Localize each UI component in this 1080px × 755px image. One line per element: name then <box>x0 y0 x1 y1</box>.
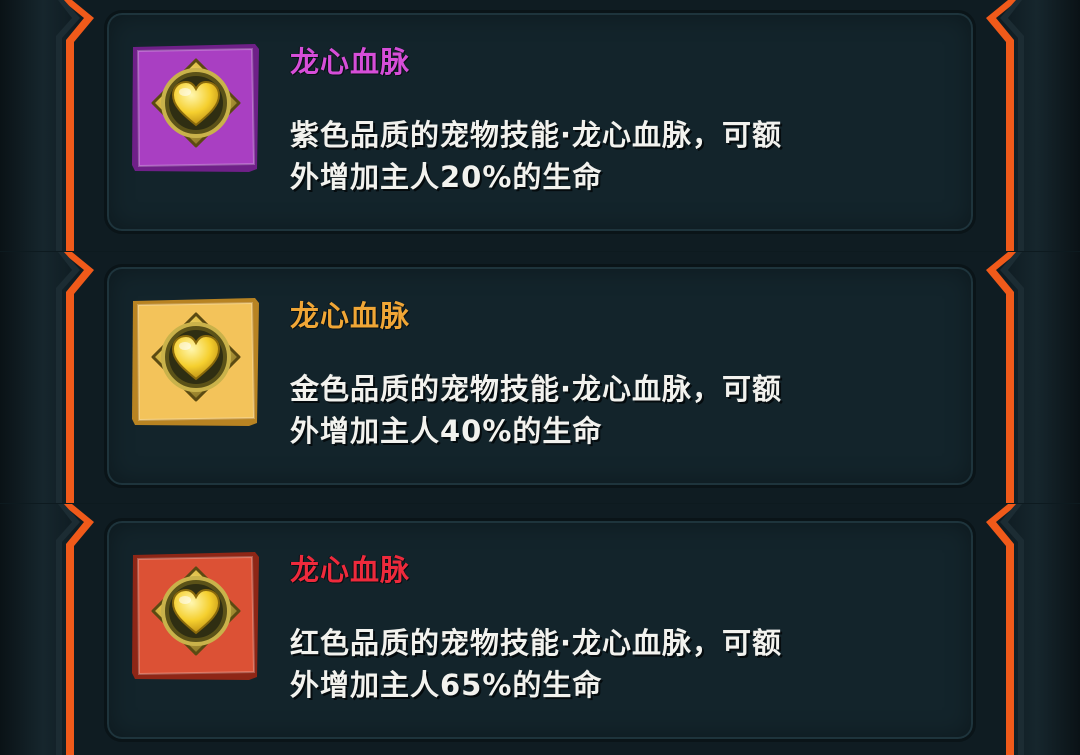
golden-heart-emblem-icon <box>132 552 259 680</box>
right-ornament-border <box>986 504 1024 755</box>
golden-heart-emblem-icon <box>132 298 259 426</box>
skill-card[interactable]: 龙心血脉 紫色品质的宠物技能·龙心血脉，可额 外增加主人20%的生命 <box>104 10 976 234</box>
skill-description: 紫色品质的宠物技能·龙心血脉，可额 外增加主人20%的生命 <box>290 114 910 198</box>
skill-name: 龙心血脉 <box>290 553 411 587</box>
skill-description-line: 红色品质的宠物技能·龙心血脉，可额 <box>290 626 783 660</box>
skill-description-line: 外增加主人20%的生命 <box>290 160 603 194</box>
skill-list-screen: 龙心血脉 紫色品质的宠物技能·龙心血脉，可额 外增加主人20%的生命 龙心血脉 … <box>0 0 1080 755</box>
skill-name: 龙心血脉 <box>290 45 411 79</box>
skill-description-line: 外增加主人65%的生命 <box>290 668 603 702</box>
skill-name: 龙心血脉 <box>290 299 411 333</box>
left-ornament-border <box>56 0 94 251</box>
right-ornament-border <box>986 0 1024 251</box>
skill-description: 金色品质的宠物技能·龙心血脉，可额 外增加主人40%的生命 <box>290 368 910 452</box>
skill-icon-frame <box>129 295 263 429</box>
left-ornament-border <box>56 504 94 755</box>
skill-strip: 龙心血脉 紫色品质的宠物技能·龙心血脉，可额 外增加主人20%的生命 <box>0 0 1080 251</box>
skill-strip: 龙心血脉 红色品质的宠物技能·龙心血脉，可额 外增加主人65%的生命 <box>0 504 1080 755</box>
skill-card[interactable]: 龙心血脉 金色品质的宠物技能·龙心血脉，可额 外增加主人40%的生命 <box>104 264 976 488</box>
skill-card[interactable]: 龙心血脉 红色品质的宠物技能·龙心血脉，可额 外增加主人65%的生命 <box>104 518 976 742</box>
skill-description-line: 金色品质的宠物技能·龙心血脉，可额 <box>290 372 783 406</box>
skill-description: 红色品质的宠物技能·龙心血脉，可额 外增加主人65%的生命 <box>290 622 910 706</box>
skill-description-line: 紫色品质的宠物技能·龙心血脉，可额 <box>290 118 783 152</box>
skill-icon-frame <box>129 549 263 683</box>
skill-icon-frame <box>129 41 263 175</box>
skill-strip: 龙心血脉 金色品质的宠物技能·龙心血脉，可额 外增加主人40%的生命 <box>0 252 1080 503</box>
golden-heart-emblem-icon <box>132 44 259 172</box>
skill-description-line: 外增加主人40%的生命 <box>290 414 603 448</box>
right-ornament-border <box>986 252 1024 503</box>
left-ornament-border <box>56 252 94 503</box>
